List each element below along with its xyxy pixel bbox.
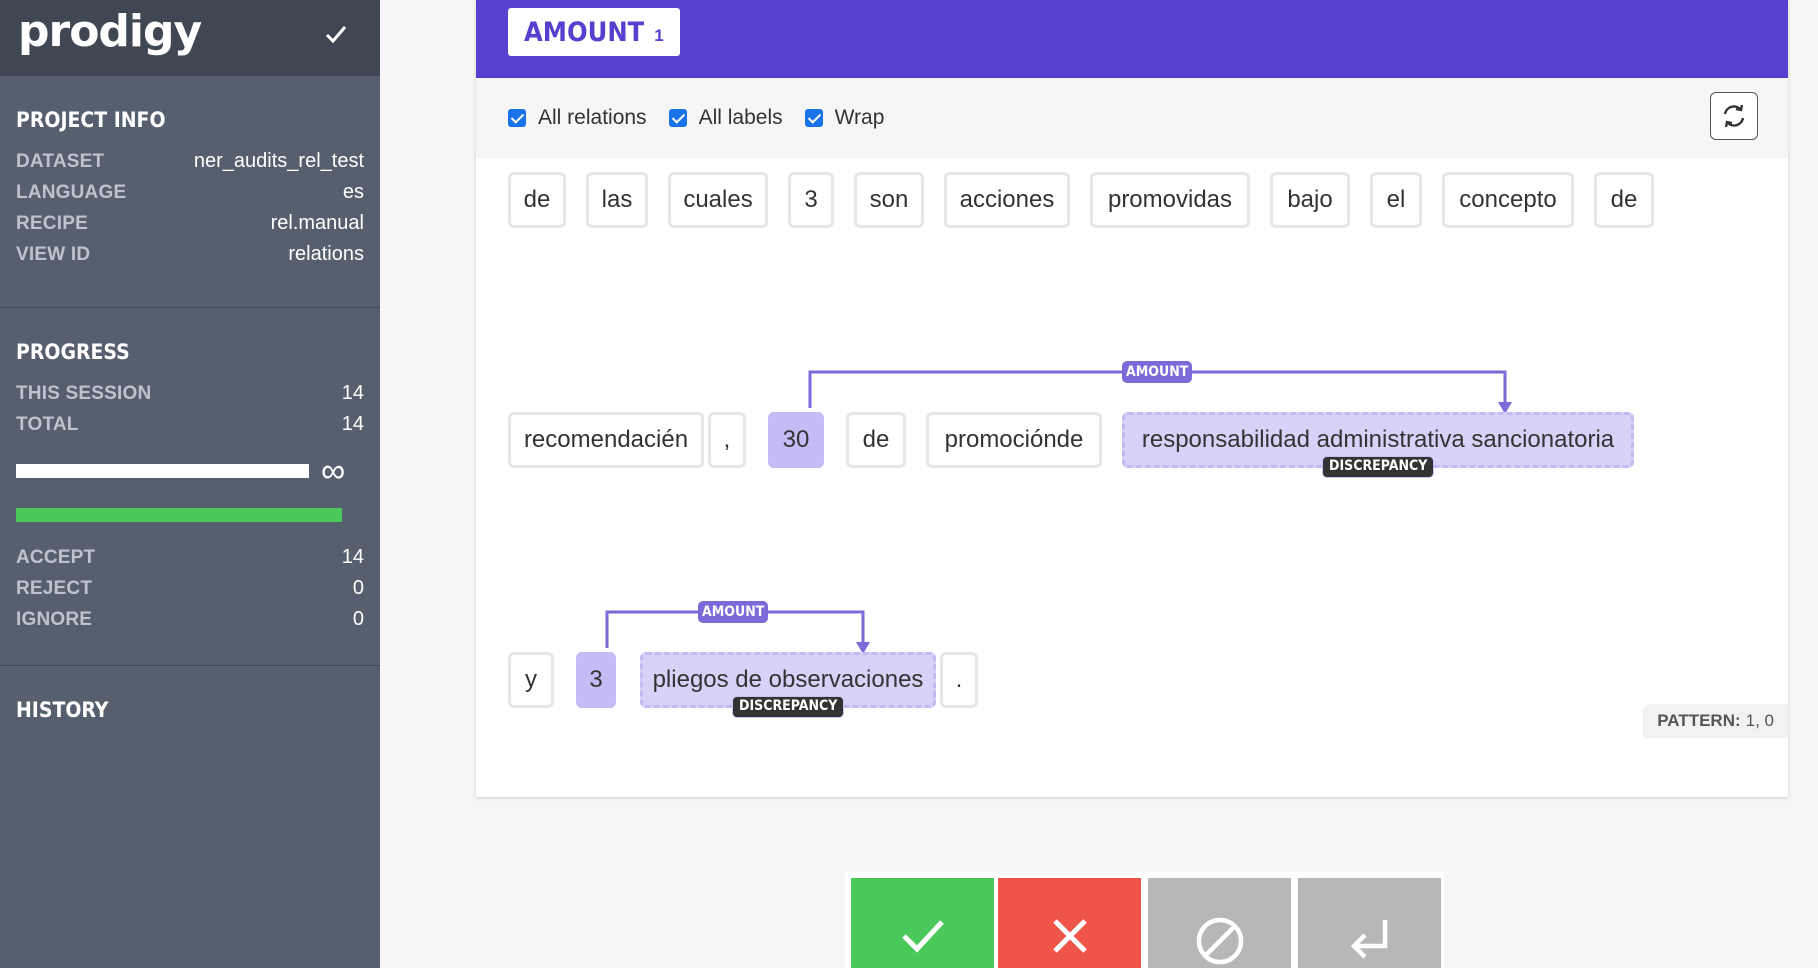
progress-value: 14 xyxy=(341,382,364,404)
span-label-discrepancy: DISCREPANCY xyxy=(1322,456,1435,478)
progress-section: PROGRESS THIS SESSION 14 TOTAL 14 ∞ ACCE… xyxy=(0,308,380,666)
token[interactable]: y xyxy=(508,652,554,708)
refresh-icon xyxy=(1723,104,1745,128)
label-chip-key: 1 xyxy=(654,26,664,45)
relation-label-amount[interactable]: AMOUNT xyxy=(698,601,769,623)
card-header: AMOUNT 1 xyxy=(476,0,1788,78)
token[interactable]: son xyxy=(854,172,924,228)
reject-button[interactable] xyxy=(998,878,1141,968)
info-row-language: LANGUAGE es xyxy=(16,177,364,208)
info-value: es xyxy=(342,181,364,203)
all-labels-option[interactable]: All labels xyxy=(668,106,783,130)
token[interactable]: promociónde xyxy=(926,412,1102,468)
token-area: de las cuales 3 son acciones promovidas … xyxy=(476,158,1788,738)
token-highlighted[interactable]: 30 xyxy=(768,412,824,468)
info-key: VIEW ID xyxy=(16,243,91,265)
wrap-label: Wrap xyxy=(834,106,885,129)
wrap-checkbox[interactable] xyxy=(804,109,823,127)
progress-key: ACCEPT xyxy=(16,546,96,568)
token[interactable]: las xyxy=(586,172,648,228)
progress-key: TOTAL xyxy=(16,413,79,435)
accept-ratio-bar xyxy=(16,508,342,522)
action-buttons xyxy=(845,872,1444,968)
info-key: DATASET xyxy=(16,150,105,172)
progress-row-ignore: IGNORE 0 xyxy=(16,604,364,635)
progress-title: PROGRESS xyxy=(16,340,130,364)
progress-key: IGNORE xyxy=(16,608,93,630)
logo-bar: prodigy xyxy=(0,0,380,76)
project-info-section: PROJECT INFO DATASET ner_audits_rel_test… xyxy=(0,76,380,308)
progress-bar-wrap: ∞ xyxy=(16,454,364,488)
token[interactable]: el xyxy=(1370,172,1422,228)
token[interactable]: , xyxy=(708,412,746,468)
token[interactable]: recomendacién xyxy=(508,412,704,468)
info-row-recipe: RECIPE rel.manual xyxy=(16,208,364,239)
all-relations-checkbox[interactable] xyxy=(508,109,526,127)
token-highlighted[interactable]: 3 xyxy=(576,652,616,708)
info-value: relations xyxy=(288,243,364,265)
ignore-icon xyxy=(1196,917,1243,965)
progress-value: 14 xyxy=(341,413,364,435)
info-value: rel.manual xyxy=(270,212,364,234)
progress-bar xyxy=(16,464,309,478)
pattern-value: 1, 0 xyxy=(1745,711,1774,730)
info-value: ner_audits_rel_test xyxy=(193,150,364,172)
check-icon xyxy=(901,920,944,953)
info-key: LANGUAGE xyxy=(16,181,127,203)
wrap-option[interactable]: Wrap xyxy=(804,106,885,130)
token[interactable]: de xyxy=(1594,172,1654,228)
check-icon[interactable] xyxy=(322,20,350,48)
project-info-title: PROJECT INFO xyxy=(16,108,166,132)
ignore-button[interactable] xyxy=(1148,878,1291,968)
token[interactable]: de xyxy=(846,412,906,468)
progress-value: 14 xyxy=(341,546,364,568)
undo-button[interactable] xyxy=(1298,878,1441,968)
token[interactable]: acciones xyxy=(944,172,1070,228)
all-labels-label: All labels xyxy=(698,106,783,129)
refresh-button[interactable] xyxy=(1710,92,1758,140)
label-chip-amount[interactable]: AMOUNT 1 xyxy=(508,8,680,56)
progress-row-accept: ACCEPT 14 xyxy=(16,542,364,573)
progress-row-total: TOTAL 14 xyxy=(16,409,364,440)
return-icon xyxy=(1350,920,1387,959)
span-label-discrepancy: DISCREPANCY xyxy=(732,696,845,718)
history-title: HISTORY xyxy=(16,698,109,722)
progress-value: 0 xyxy=(352,577,364,599)
token[interactable]: promovidas xyxy=(1090,172,1250,228)
progress-key: REJECT xyxy=(16,577,93,599)
all-labels-checkbox[interactable] xyxy=(668,109,687,127)
annotation-card: AMOUNT 1 All relations All labels Wrap d… xyxy=(476,0,1788,797)
infinity-icon: ∞ xyxy=(321,452,346,490)
token[interactable]: 3 xyxy=(788,172,834,228)
history-section: HISTORY xyxy=(0,666,380,722)
token[interactable]: bajo xyxy=(1270,172,1350,228)
progress-row-reject: REJECT 0 xyxy=(16,573,364,604)
label-chip-text: AMOUNT xyxy=(524,16,645,48)
toolbar: All relations All labels Wrap xyxy=(476,78,1788,158)
info-row-dataset: DATASET ner_audits_rel_test xyxy=(16,146,364,177)
token[interactable]: concepto xyxy=(1442,172,1574,228)
accept-button[interactable] xyxy=(851,878,994,968)
progress-key: THIS SESSION xyxy=(16,382,152,404)
relation-label-amount[interactable]: AMOUNT xyxy=(1122,361,1193,383)
token[interactable]: cuales xyxy=(668,172,768,228)
pattern-label: PATTERN: xyxy=(1657,711,1741,730)
token[interactable]: . xyxy=(940,652,978,708)
pattern-indicator: PATTERN: 1, 0 xyxy=(1643,704,1788,738)
sidebar: prodigy PROJECT INFO DATASET ner_audits_… xyxy=(0,0,380,968)
close-icon xyxy=(1052,919,1087,953)
info-row-view-id: VIEW ID relations xyxy=(16,239,364,270)
logo: prodigy xyxy=(18,6,202,57)
all-relations-label: All relations xyxy=(538,106,647,129)
progress-value: 0 xyxy=(352,608,364,630)
all-relations-option[interactable]: All relations xyxy=(508,106,647,130)
info-key: RECIPE xyxy=(16,212,88,234)
progress-row-session: THIS SESSION 14 xyxy=(16,378,364,409)
token[interactable]: de xyxy=(508,172,566,228)
